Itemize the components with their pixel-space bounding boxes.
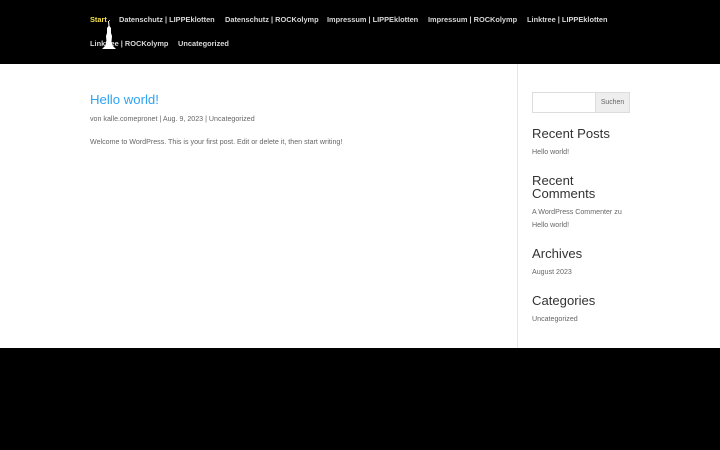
- post-meta-prefix: von: [90, 115, 102, 123]
- content-area: Hello world! von kalle.comepronet | Aug.…: [0, 64, 720, 348]
- recent-posts-list: Hello world!: [532, 146, 632, 159]
- post-title-link[interactable]: Hello world!: [90, 92, 500, 108]
- search-input[interactable]: [532, 92, 596, 113]
- archive-link[interactable]: August 2023: [532, 268, 572, 276]
- categories-list: Uncategorized: [532, 313, 632, 326]
- recent-posts-title: Recent Posts: [532, 126, 610, 141]
- post-date: Aug. 9, 2023: [162, 115, 204, 123]
- meta-separator: |: [205, 115, 207, 123]
- nav-item-impressum-rockolymp[interactable]: Impressum | ROCKolymp: [428, 15, 517, 24]
- comment-post-link[interactable]: Hello world!: [532, 221, 569, 229]
- meta-separator: |: [159, 115, 162, 123]
- search-button[interactable]: Suchen: [595, 92, 630, 113]
- post-excerpt: Welcome to WordPress. This is your first…: [90, 138, 343, 146]
- post-category-link[interactable]: Uncategorized: [209, 115, 255, 123]
- post-meta: von kalle.comepronet | Aug. 9, 2023 | Un…: [90, 114, 500, 124]
- sidebar: Suchen Recent Posts Hello world! Recent …: [532, 92, 632, 326]
- sidebar-divider: [517, 64, 518, 348]
- recent-post-link[interactable]: Hello world!: [532, 148, 569, 156]
- recent-comments-title-line2: Comments: [532, 186, 596, 201]
- nav-item-datenschutz-rockolymp[interactable]: Datenschutz | ROCKolymp: [225, 15, 319, 24]
- comment-on-text: zu: [614, 208, 622, 216]
- comment-author-link[interactable]: A WordPress Commenter: [532, 208, 612, 216]
- site-footer: [0, 348, 720, 450]
- recent-comments-title: Recent Comments: [532, 174, 632, 200]
- recent-comment-item: A WordPress Commenter zu Hello world!: [532, 206, 632, 232]
- search-form: Suchen: [532, 92, 630, 113]
- site-header: Start Datenschutz | LIPPEklotten Datensc…: [0, 0, 720, 64]
- nav-item-linktree-lippeklotten[interactable]: Linktree | LIPPEklotten: [527, 15, 608, 24]
- archives-list: August 2023: [532, 266, 632, 279]
- nav-item-uncategorized[interactable]: Uncategorized: [178, 39, 229, 48]
- categories-title: Categories: [532, 293, 596, 308]
- post-area: Hello world! von kalle.comepronet | Aug.…: [90, 92, 500, 147]
- nav-item-datenschutz-lippeklotten[interactable]: Datenschutz | LIPPEklotten: [119, 15, 215, 24]
- statue-logo-icon[interactable]: [99, 20, 119, 50]
- nav-item-impressum-lippeklotten[interactable]: Impressum | LIPPEklotten: [327, 15, 418, 24]
- post-author-link[interactable]: kalle.comepronet: [103, 115, 157, 123]
- archives-title: Archives: [532, 246, 583, 261]
- category-link[interactable]: Uncategorized: [532, 315, 578, 323]
